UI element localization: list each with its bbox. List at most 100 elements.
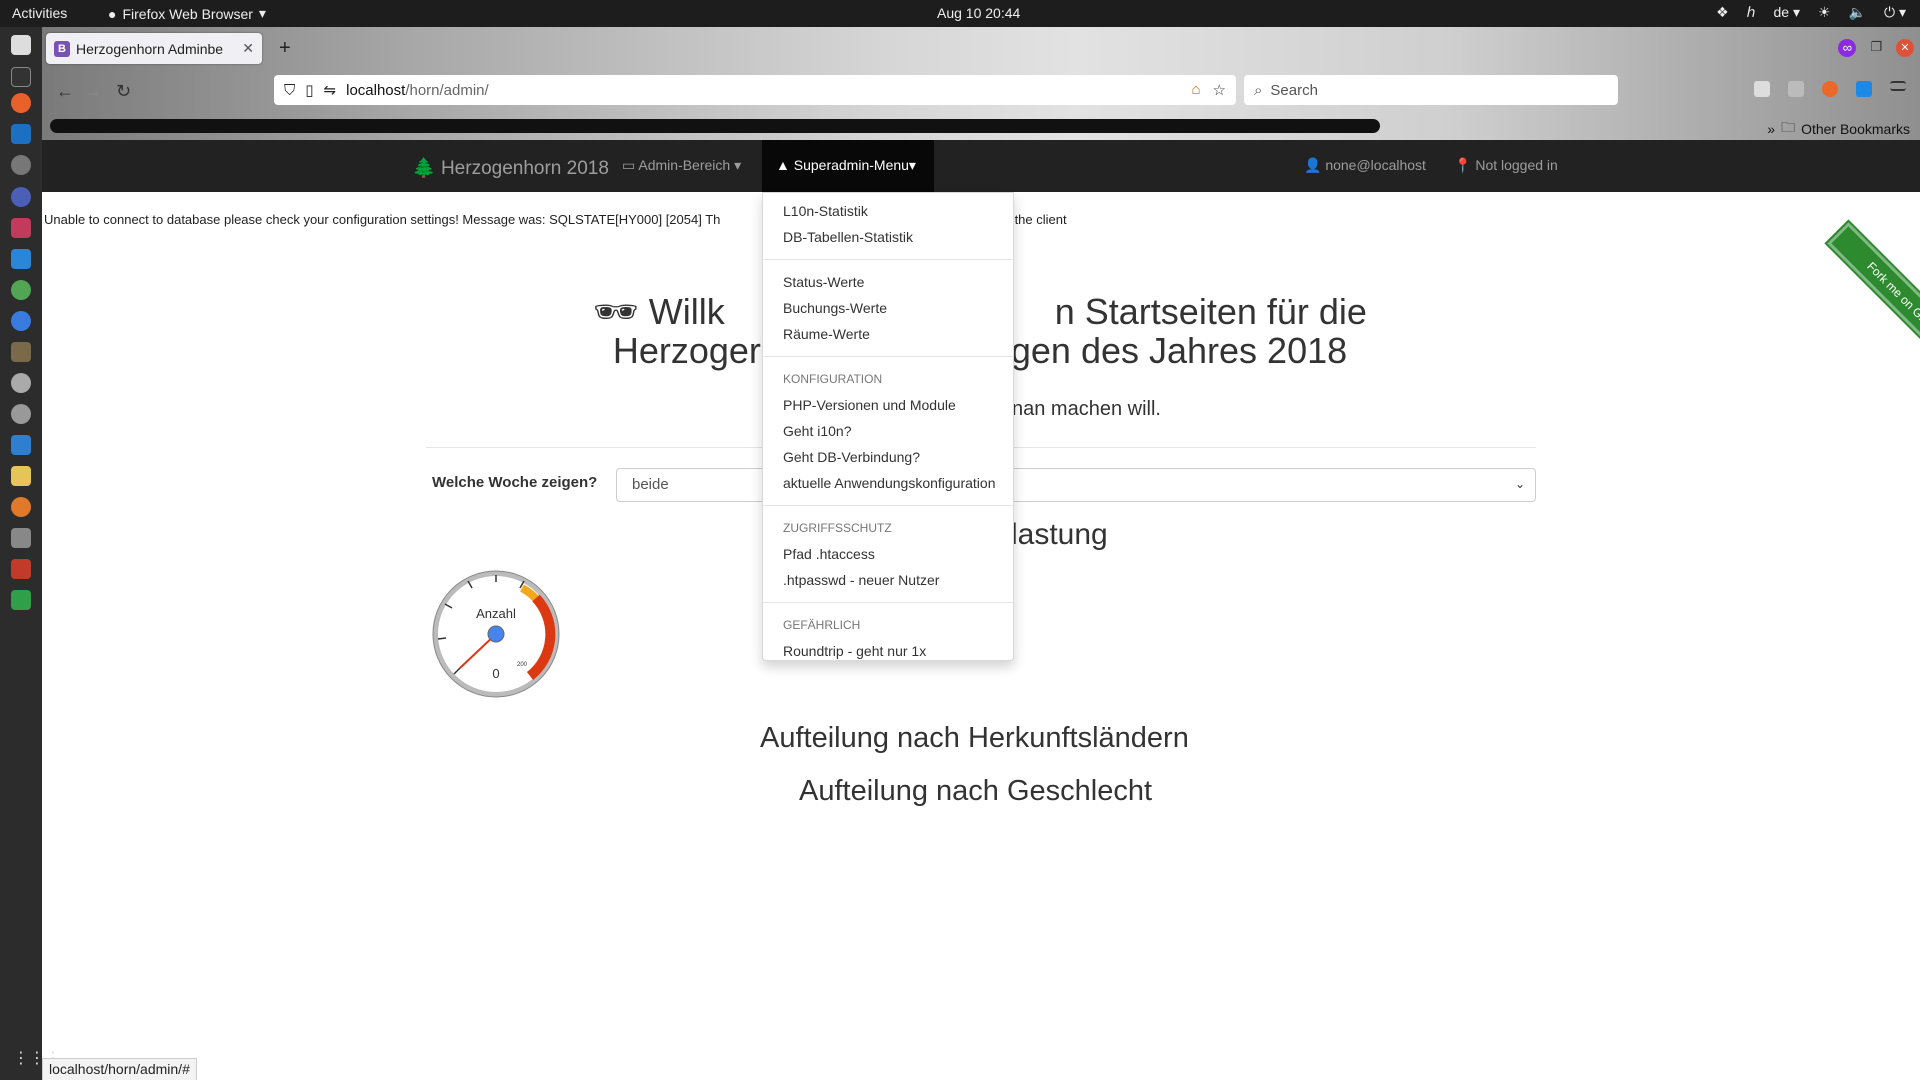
extension-icon[interactable] [1788, 81, 1804, 97]
shield-icon[interactable]: ⛉ [284, 82, 295, 99]
menu-item-raeume-werte[interactable]: Räume-Werte [763, 321, 1013, 347]
chevron-double-right-icon[interactable]: » [1767, 121, 1775, 137]
menu-divider [763, 356, 1013, 357]
spreadsheet-icon[interactable] [11, 590, 31, 610]
menu-item-db-tabellen-statistik[interactable]: DB-Tabellen-Statistik [763, 224, 1013, 250]
gauge-chart: Anzahl 0 200 [432, 570, 560, 698]
system-tray[interactable]: ❖ ℎ de ▾ ☀ 🔈 ⏻ ▾ [1716, 4, 1906, 21]
github-ribbon[interactable]: Fork me on GitHub [1827, 222, 1920, 378]
menu-item-l10n-statistik[interactable]: L10n-Statistik [763, 198, 1013, 224]
page-icon[interactable]: ▯ [305, 81, 313, 99]
skype-icon[interactable] [1856, 81, 1872, 97]
brightness-icon[interactable]: ☀ [1818, 4, 1831, 21]
files-icon[interactable] [11, 35, 31, 55]
gauge-value: 0 [492, 666, 499, 681]
gauge-max-label: 200 [517, 662, 528, 668]
bookmarks-toolbar: » 🗀 Other Bookmarks [42, 113, 1920, 139]
close-tab-icon[interactable]: ✕ [242, 40, 254, 57]
restore-icon[interactable]: ❐ [1870, 39, 1882, 57]
browser-tab[interactable]: B Herzogenhorn Adminbe ✕ [46, 33, 262, 64]
clock[interactable]: Aug 10 20:44 [937, 5, 1020, 21]
search-bar[interactable]: ⌕ Search [1244, 75, 1618, 105]
new-tab-button[interactable]: + [279, 37, 291, 60]
menu-item-htpasswd[interactable]: .htpasswd - neuer Nutzer [763, 567, 1013, 593]
road-icon: ▲ [776, 157, 790, 173]
menu-item-roundtrip[interactable]: Roundtrip - geht nur 1x [763, 638, 1013, 664]
volume-icon[interactable]: 🔈 [1849, 4, 1866, 21]
menu-divider [763, 505, 1013, 506]
ide-icon[interactable] [11, 218, 31, 238]
tab-title: Herzogenhorn Adminbe [76, 40, 224, 57]
app-name: Firefox Web Browser [122, 5, 253, 22]
status-bar-url: localhost/horn/admin/# [42, 1058, 197, 1080]
menu-item-geht-i10n[interactable]: Geht i10n? [763, 418, 1013, 444]
app-icon[interactable] [11, 280, 31, 300]
app-icon[interactable] [11, 466, 31, 486]
extension-icons [1754, 81, 1906, 97]
app-icon[interactable] [11, 404, 31, 424]
screenshot-icon[interactable] [11, 435, 31, 455]
bookmark-star-icon[interactable]: ☆ [1213, 81, 1226, 99]
menu-item-anwendungskonfiguration[interactable]: aktuelle Anwendungskonfiguration [763, 470, 1013, 496]
other-bookmarks[interactable]: » 🗀 Other Bookmarks [1767, 117, 1910, 141]
superadmin-menu[interactable]: ▲ Superadmin-Menu▾ [762, 140, 934, 192]
admin-menu[interactable]: ▭ Admin-Bereich ▾ [622, 157, 741, 174]
back-icon[interactable]: ← [56, 81, 74, 102]
login-status[interactable]: 📍 Not logged in [1454, 157, 1558, 174]
forward-icon[interactable]: → [84, 81, 102, 102]
app-icon[interactable] [11, 497, 31, 517]
week-label: Welche Woche zeigen? [432, 474, 598, 491]
search-icon: ⌕ [1254, 81, 1263, 99]
home-icon[interactable]: ⌂ [1191, 81, 1200, 99]
menu-item-status-werte[interactable]: Status-Werte [763, 269, 1013, 295]
terminal-icon[interactable] [11, 67, 31, 87]
superadmin-dropdown: L10n-Statistik DB-Tabellen-Statistik Sta… [762, 192, 1014, 661]
menu-item-php-versionen[interactable]: PHP-Versionen und Module [763, 392, 1013, 418]
close-window-icon[interactable]: ✕ [1896, 39, 1914, 57]
firefox-dock-icon[interactable] [11, 93, 31, 113]
user-info[interactable]: 👤 none@localhost [1304, 157, 1426, 174]
dropbox-icon[interactable]: ❖ [1716, 4, 1729, 21]
url-bar[interactable]: ⛉ ▯ ⇋ localhost/horn/admin/ ⌂ ☆ [274, 75, 1236, 105]
menu-item-pfad-htaccess[interactable]: Pfad .htaccess [763, 541, 1013, 567]
redacted-bookmarks [50, 119, 1380, 133]
app-icon[interactable] [11, 528, 31, 548]
pocket-icon[interactable] [1754, 81, 1770, 97]
pin-icon: 📍 [1454, 157, 1472, 173]
week-select-value: beide [632, 476, 669, 493]
permissions-icon[interactable]: ⇋ [324, 81, 337, 99]
app-icon[interactable] [11, 559, 31, 579]
url-host: localhost [346, 81, 406, 99]
app-menu[interactable]: ● Firefox Web Browser ▾ [108, 5, 266, 22]
menu-item-geht-db-verbindung[interactable]: Geht DB-Verbindung? [763, 444, 1013, 470]
menu-icon[interactable] [1890, 81, 1906, 91]
app-icon[interactable] [11, 187, 31, 207]
activities-button[interactable]: Activities [12, 5, 67, 21]
vscode-icon[interactable] [11, 249, 31, 269]
folder-icon: 🗀 [1781, 119, 1796, 135]
briefcase-icon: ▭ [622, 157, 636, 173]
menu-item-buchungs-werte[interactable]: Buchungs-Werte [763, 295, 1013, 321]
subtitle: nan machen will. [1012, 398, 1161, 420]
geschlecht-heading: Aufteilung nach Geschlecht [799, 775, 1153, 807]
brave-icon[interactable] [1822, 81, 1838, 97]
navbar-brand[interactable]: 🌲 Herzogenhorn 2018 [412, 156, 609, 180]
gauge-label: Anzahl [476, 606, 516, 621]
software-icon[interactable] [11, 373, 31, 393]
power-icon[interactable]: ⏻ ▾ [1884, 4, 1906, 21]
chrome-icon[interactable] [11, 311, 31, 331]
thunderbird-icon[interactable] [11, 124, 31, 144]
menu-divider [763, 602, 1013, 603]
gauge-hub [487, 625, 505, 643]
language-indicator[interactable]: de ▾ [1774, 4, 1801, 21]
auslastung-heading: lastung [1011, 518, 1108, 551]
search-input[interactable]: Search [1270, 82, 1318, 99]
hp-icon[interactable]: ℎ [1747, 4, 1756, 21]
library-icon[interactable] [11, 342, 31, 362]
menu-header-gefaehrlich: GEFÄHRLICH [783, 618, 861, 632]
week-select[interactable]: beide ⌄ [616, 468, 1536, 502]
reload-icon[interactable]: ↻ [116, 81, 131, 102]
app-icon[interactable] [11, 155, 31, 175]
browser-chrome: B Herzogenhorn Adminbe ✕ + ∞ ❐ ✕ ← → ↻ ⛉… [42, 27, 1920, 140]
window-controls: ∞ ❐ ✕ [1838, 39, 1914, 57]
